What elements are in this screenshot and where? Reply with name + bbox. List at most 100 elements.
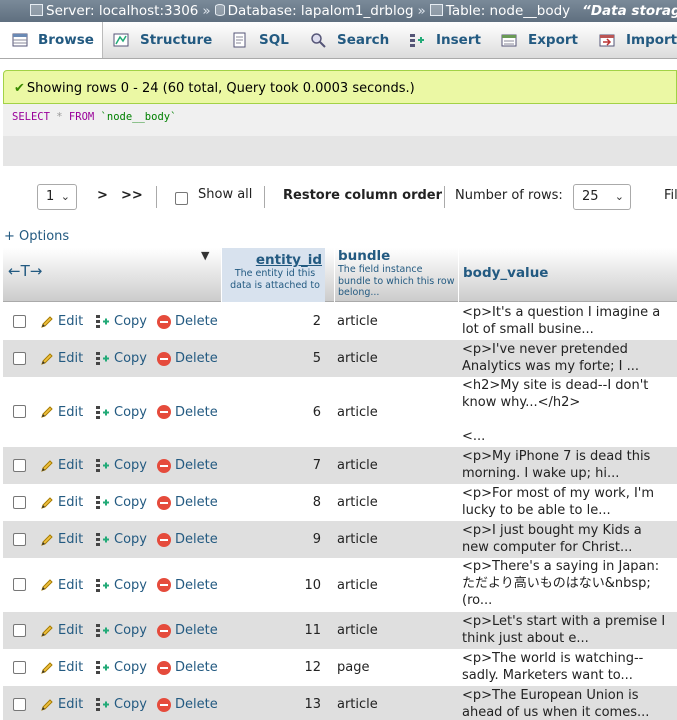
delete-button[interactable]: Delete bbox=[157, 377, 218, 447]
cell-bundle[interactable]: page bbox=[337, 649, 455, 686]
row-checkbox[interactable] bbox=[13, 315, 26, 328]
column-arrows-icon[interactable]: ←T→ bbox=[8, 262, 42, 280]
cell-entity-id[interactable]: 6 bbox=[221, 377, 321, 447]
cell-body-value[interactable]: <p>There's a saying in Japan: ただより高いものはな… bbox=[462, 558, 674, 609]
delete-button[interactable]: Delete bbox=[157, 303, 218, 340]
sql-query[interactable]: SELECT * FROM `node__body` bbox=[3, 104, 677, 136]
copy-button[interactable]: Copy bbox=[95, 340, 147, 377]
cell-body-value[interactable]: <p>It's a question I imagine a lot of sm… bbox=[462, 304, 674, 338]
header-body-value[interactable]: body_value bbox=[458, 248, 677, 302]
cell-bundle[interactable]: article bbox=[337, 484, 455, 521]
row-checkbox[interactable] bbox=[13, 624, 26, 637]
copy-button[interactable]: Copy bbox=[95, 649, 147, 686]
cell-bundle[interactable]: article bbox=[337, 612, 455, 649]
row-checkbox[interactable] bbox=[13, 578, 26, 591]
cell-bundle[interactable]: article bbox=[337, 686, 455, 720]
cell-bundle[interactable]: article bbox=[337, 340, 455, 377]
cell-body-value[interactable]: <p>I just bought my Kids a new computer … bbox=[462, 522, 674, 556]
edit-button[interactable]: Edit bbox=[40, 612, 83, 649]
cell-bundle[interactable]: article bbox=[337, 447, 455, 484]
breadcrumb-table[interactable]: Table: node__body bbox=[446, 3, 570, 19]
cell-entity-id[interactable]: 9 bbox=[221, 521, 321, 558]
cell-bundle[interactable]: article bbox=[337, 377, 455, 447]
delete-button[interactable]: Delete bbox=[157, 521, 218, 558]
cell-bundle[interactable]: article bbox=[337, 303, 455, 340]
copy-label: Copy bbox=[114, 458, 147, 473]
cell-body-value[interactable]: <p>The world is watching-- sadly. Market… bbox=[462, 650, 674, 684]
divider bbox=[156, 186, 157, 208]
edit-button[interactable]: Edit bbox=[40, 484, 83, 521]
tab-browse[interactable]: Browse bbox=[0, 22, 103, 58]
cell-entity-id[interactable]: 7 bbox=[221, 447, 321, 484]
cell-bundle[interactable]: article bbox=[337, 558, 455, 612]
breadcrumb-server[interactable]: Server: localhost:3306 bbox=[46, 3, 198, 19]
tab-insert[interactable]: Insert bbox=[409, 22, 484, 58]
row-checkbox[interactable] bbox=[13, 698, 26, 711]
delete-button[interactable]: Delete bbox=[157, 447, 218, 484]
copy-button[interactable]: Copy bbox=[95, 377, 147, 447]
row-checkbox[interactable] bbox=[13, 661, 26, 674]
last-page-button[interactable]: >> bbox=[121, 188, 143, 203]
row-checkbox[interactable] bbox=[13, 405, 26, 418]
edit-button[interactable]: Edit bbox=[40, 377, 83, 447]
delete-button[interactable]: Delete bbox=[157, 484, 218, 521]
edit-button[interactable]: Edit bbox=[40, 303, 83, 340]
header-entity-id[interactable]: entity_id The entity id this data is att… bbox=[221, 248, 325, 302]
restore-column-order-button[interactable]: Restore column order bbox=[283, 188, 442, 203]
cell-entity-id[interactable]: 8 bbox=[221, 484, 321, 521]
success-message: ✔ Showing rows 0 - 24 (60 total, Query to… bbox=[3, 70, 677, 104]
row-checkbox[interactable] bbox=[13, 459, 26, 472]
delete-button[interactable]: Delete bbox=[157, 612, 218, 649]
cell-entity-id[interactable]: 12 bbox=[221, 649, 321, 686]
rows-select[interactable]: 25 ⌄ bbox=[573, 184, 631, 210]
row-checkbox[interactable] bbox=[13, 352, 26, 365]
options-link[interactable]: + Options bbox=[4, 229, 69, 244]
tab-search[interactable]: Search bbox=[310, 22, 390, 58]
tab-sql[interactable]: SQL bbox=[232, 22, 302, 58]
delete-button[interactable]: Delete bbox=[157, 340, 218, 377]
copy-label: Copy bbox=[114, 577, 147, 593]
cell-body-value[interactable]: <p>My iPhone 7 is dead this morning. I w… bbox=[462, 448, 674, 482]
copy-button[interactable]: Copy bbox=[95, 521, 147, 558]
tab-label: Structure bbox=[140, 32, 213, 48]
row-checkbox[interactable] bbox=[13, 496, 26, 509]
cell-entity-id[interactable]: 2 bbox=[221, 303, 321, 340]
edit-button[interactable]: Edit bbox=[40, 686, 83, 720]
delete-button[interactable]: Delete bbox=[157, 649, 218, 686]
cell-entity-id[interactable]: 5 bbox=[221, 340, 321, 377]
header-bundle[interactable]: bundle The field instance bundle to whic… bbox=[334, 248, 458, 302]
show-all-checkbox[interactable] bbox=[175, 192, 188, 205]
breadcrumb-database[interactable]: Database: lapalom1_drblog bbox=[228, 3, 414, 19]
delete-icon bbox=[157, 458, 171, 473]
delete-button[interactable]: Delete bbox=[157, 686, 218, 720]
cell-body-value[interactable]: <p>Let's start with a premise I think ju… bbox=[462, 613, 674, 647]
cell-entity-id[interactable]: 11 bbox=[221, 612, 321, 649]
sort-dropdown-icon[interactable]: ▼ bbox=[201, 249, 209, 262]
cell-body-value[interactable]: <p>The European Union is ahead of us whe… bbox=[462, 687, 674, 720]
cell-body-value[interactable]: <h2>My site is dead--I don't know why...… bbox=[462, 377, 674, 445]
copy-button[interactable]: Copy bbox=[95, 612, 147, 649]
copy-button[interactable]: Copy bbox=[95, 303, 147, 340]
tab-structure[interactable]: Structure bbox=[113, 22, 221, 58]
edit-button[interactable]: Edit bbox=[40, 521, 83, 558]
cell-body-value[interactable]: <p>For most of my work, I'm lucky to be … bbox=[462, 485, 674, 519]
edit-button[interactable]: Edit bbox=[40, 340, 83, 377]
copy-button[interactable]: Copy bbox=[95, 447, 147, 484]
cell-entity-id[interactable]: 10 bbox=[221, 558, 321, 612]
row-checkbox[interactable] bbox=[13, 533, 26, 546]
cell-entity-id[interactable]: 13 bbox=[221, 686, 321, 720]
cell-body-value[interactable]: <p>I've never pretended Analytics was my… bbox=[462, 341, 674, 375]
delete-button[interactable]: Delete bbox=[157, 558, 218, 612]
cell-bundle[interactable]: article bbox=[337, 521, 455, 558]
copy-button[interactable]: Copy bbox=[95, 484, 147, 521]
edit-button[interactable]: Edit bbox=[40, 447, 83, 484]
tab-import[interactable]: Import bbox=[599, 22, 677, 58]
copy-button[interactable]: Copy bbox=[95, 558, 147, 612]
edit-button[interactable]: Edit bbox=[40, 649, 83, 686]
tab-export[interactable]: Export bbox=[501, 22, 581, 58]
edit-button[interactable]: Edit bbox=[40, 558, 83, 612]
delete-label: Delete bbox=[175, 351, 218, 366]
copy-button[interactable]: Copy bbox=[95, 686, 147, 720]
page-select[interactable]: 1 ⌄ bbox=[37, 184, 77, 210]
next-page-button[interactable]: > bbox=[97, 188, 108, 203]
